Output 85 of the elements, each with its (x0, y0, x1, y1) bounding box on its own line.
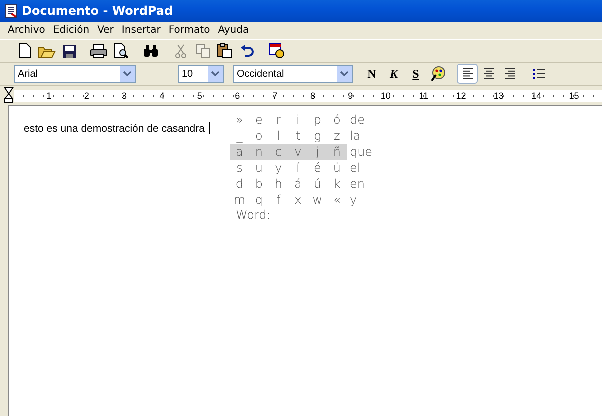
ruler-number: 8 (309, 90, 316, 100)
ruler-number: 4 (158, 90, 165, 100)
letter: ü (332, 161, 342, 175)
document-area[interactable]: esto es una demostración de casandra » e r i p ó de _ o l t g z la a n c v j ñ que s u y í é ü el d b h á ú k en m q f x w « y Word: (8, 105, 602, 416)
wordpad-icon (5, 4, 17, 18)
ruler-number: 12 (455, 90, 466, 100)
letter: b (254, 177, 264, 191)
letter: ú (312, 177, 322, 191)
align-left-icon[interactable] (460, 68, 474, 80)
letter: o (254, 129, 264, 143)
letter: u (254, 161, 264, 175)
letter-row[interactable]: m q f x w « (230, 192, 347, 208)
word-suggestion[interactable]: la (346, 129, 361, 143)
letter: v (294, 145, 303, 159)
letter: h (274, 177, 284, 191)
letter: » (235, 113, 244, 127)
letter: x (294, 193, 303, 207)
word-suggestion[interactable]: el (346, 161, 361, 175)
menu-item[interactable]: Ver (94, 25, 118, 36)
ruler-number: 2 (83, 90, 90, 100)
letter: j (314, 145, 320, 159)
ruler-number: 5 (196, 90, 202, 100)
word-suggestion[interactable]: en (346, 177, 365, 191)
letter: m (232, 193, 247, 207)
letter: t (294, 129, 302, 143)
letter-row[interactable]: s u y í é ü (230, 160, 347, 176)
letter: w (312, 193, 324, 207)
indent-marker-icon[interactable] (4, 87, 14, 104)
letter-row[interactable]: d b h á ú k (230, 176, 347, 192)
bold-button[interactable]: N (361, 64, 383, 84)
letter: f (276, 193, 282, 207)
ruler-number: 14 (530, 90, 542, 100)
letter: a (235, 145, 244, 159)
letter: s (236, 161, 244, 175)
word-suggestion[interactable]: y (346, 193, 358, 207)
letter: ñ (332, 145, 342, 159)
document-text: esto es una demostración de casandra (24, 122, 210, 135)
letter: á (294, 177, 303, 191)
letter-row[interactable]: » e r i p ó (230, 112, 347, 128)
underline-button[interactable]: S (405, 64, 427, 84)
letter: é (313, 161, 322, 175)
ruler-number: 10 (380, 90, 391, 100)
letter: i (296, 113, 301, 127)
script-dropdown[interactable]: Occidental (233, 65, 353, 83)
letter: ó (332, 113, 342, 127)
align-left-button[interactable] (457, 64, 478, 84)
size-dropdown[interactable]: 10 (178, 65, 224, 83)
ruler-number: 15 (568, 90, 580, 100)
font-dropdown[interactable]: Arial (14, 65, 136, 83)
window-title: Documento - WordPad (22, 4, 174, 18)
ruler-number: 6 (234, 90, 240, 100)
letter: _ (236, 129, 244, 143)
ruler-number: 1 (46, 90, 52, 100)
letter: r (275, 113, 282, 127)
word-label: Word: (234, 208, 272, 222)
menu-item[interactable]: Formato (164, 25, 214, 36)
letter: c (274, 145, 283, 159)
align-right-icon[interactable] (502, 68, 516, 80)
letter: d (234, 177, 245, 191)
ruler-number: 3 (121, 90, 128, 100)
align-center-icon[interactable] (482, 68, 496, 80)
ruler-number: 7 (272, 90, 278, 100)
letter: l (276, 129, 282, 143)
letter: í (296, 161, 301, 175)
word-suggestion[interactable]: que (346, 145, 373, 159)
letter: p (312, 113, 323, 127)
letter: e (254, 113, 264, 127)
letter: y (274, 161, 284, 175)
letter-row[interactable]: a n c v j ñ (230, 144, 347, 160)
italic-button[interactable]: K (383, 64, 405, 84)
letter: q (254, 193, 264, 207)
word-suggestion[interactable]: de (346, 113, 365, 127)
letter-row[interactable]: _ o l t g z (230, 128, 347, 144)
letter: g (313, 129, 322, 143)
ruler-number: 11 (418, 90, 429, 100)
letter: n (254, 145, 264, 159)
ruler-number: 13 (492, 90, 504, 100)
menu-item[interactable]: Edición (49, 25, 94, 36)
menu-item[interactable]: Archivo (4, 25, 50, 36)
menu-item[interactable]: Ayuda (214, 25, 254, 36)
letter: k (332, 177, 342, 191)
letter: « (332, 193, 342, 207)
menu-item[interactable]: Insertar (118, 25, 165, 36)
letter: z (333, 129, 342, 143)
ruler-number: 9 (347, 90, 354, 100)
